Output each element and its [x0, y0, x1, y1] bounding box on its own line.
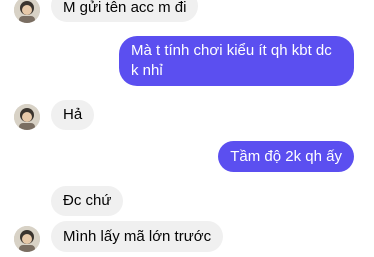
message-bubble-outgoing[interactable]: Tầm độ 2k qh ấy	[218, 141, 354, 172]
avatar[interactable]	[14, 226, 40, 252]
message-text: Đc chứ	[63, 192, 112, 209]
avatar-photo-icon	[14, 226, 40, 252]
message-bubble-incoming[interactable]: Hả	[51, 100, 95, 130]
message-bubble-incoming[interactable]: Mình lấy mã lớn trước	[51, 221, 224, 252]
avatar-photo-icon	[14, 0, 40, 23]
message-bubble-incoming[interactable]: M gửi tên acc m đi	[51, 0, 199, 22]
avatar[interactable]	[14, 0, 40, 23]
message-text: Tầm độ 2k qh ấy	[230, 148, 342, 165]
message-text-line-1: Mà t tính chơi kiểu ít qh kbt dc	[131, 42, 332, 59]
avatar[interactable]	[14, 104, 40, 130]
message-bubble-incoming[interactable]: Đc chứ	[51, 186, 124, 216]
message-text: Mình lấy mã lớn trước	[63, 228, 212, 245]
message-text: M gửi tên acc m đi	[63, 0, 187, 16]
avatar-photo-icon	[14, 104, 40, 130]
message-bubble-outgoing[interactable]: Mà t tính chơi kiểu ít qh kbt dc k nhỉ	[119, 36, 354, 86]
message-text: Hả	[63, 106, 83, 123]
message-text-line-2: k nhỉ	[131, 62, 163, 79]
